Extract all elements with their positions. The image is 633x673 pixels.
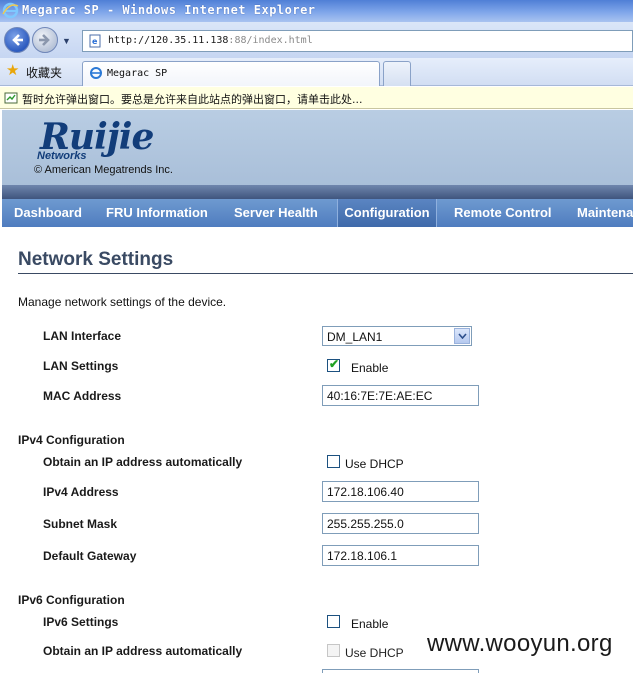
- navigation-bar: ▼ e http://120.35.11.138:88/index.html: [0, 22, 633, 58]
- svg-text:e: e: [92, 37, 98, 46]
- url-path: :88/index.html: [228, 35, 313, 46]
- menu-item-configuration[interactable]: Configuration: [337, 199, 437, 227]
- info-bar-text: 暂时允许弹出窗口。要总是允许来自此站点的弹出窗口，请单击此处...: [22, 93, 363, 106]
- page-header: Ruijie Networks © American Megatrends In…: [2, 110, 633, 185]
- favorites-button[interactable]: 收藏夹: [26, 64, 62, 81]
- subnet-mask-label: Subnet Mask: [43, 517, 118, 531]
- menu-item-fru-information[interactable]: FRU Information: [106, 199, 208, 227]
- ipv6-enable-checkbox[interactable]: [327, 615, 340, 628]
- page-title: Network Settings: [18, 249, 174, 270]
- address-bar[interactable]: e http://120.35.11.138:88/index.html: [82, 30, 633, 52]
- lan-settings-label: LAN Settings: [43, 359, 119, 373]
- mac-address-input[interactable]: [323, 386, 478, 405]
- lan-interface-select[interactable]: DM_LAN1: [322, 326, 472, 346]
- wooyun-watermark: www.wooyun.org: [427, 630, 613, 657]
- ipv4-auto-label: Obtain an IP address automatically: [43, 455, 243, 469]
- default-gateway-field[interactable]: [322, 545, 479, 566]
- default-gateway-input[interactable]: [323, 546, 478, 565]
- forward-button[interactable]: [32, 27, 58, 53]
- menu-item-dashboard[interactable]: Dashboard: [14, 199, 82, 227]
- chevron-down-icon[interactable]: [454, 328, 470, 344]
- ipv6-enable-label: Enable: [351, 617, 389, 631]
- main-menu: Dashboard FRU Information Server Health …: [2, 199, 633, 227]
- ipv4-address-field[interactable]: [322, 481, 479, 502]
- history-dropdown-icon[interactable]: ▼: [62, 36, 71, 46]
- window-title: Megarac SP - Windows Internet Explorer: [22, 3, 316, 17]
- new-tab-button[interactable]: [383, 61, 411, 86]
- ipv4-dhcp-checkbox[interactable]: [327, 455, 340, 468]
- internet-explorer-icon: [90, 67, 102, 79]
- logo-subtitle: Networks: [37, 150, 87, 162]
- ipv4-address-input[interactable]: [323, 482, 478, 501]
- url-host: http://120.35.11.138: [108, 35, 229, 46]
- subnet-mask-input[interactable]: [323, 514, 478, 533]
- favorites-star-icon[interactable]: ★: [6, 63, 22, 79]
- menu-item-remote-control[interactable]: Remote Control: [454, 199, 552, 227]
- arrow-left-icon: [12, 34, 23, 46]
- checkmark-icon: ✔: [329, 357, 340, 371]
- ipv6-settings-label: IPv6 Settings: [43, 615, 119, 629]
- mac-address-field[interactable]: [322, 385, 479, 406]
- address-url[interactable]: http://120.35.11.138:88/index.html: [108, 35, 313, 46]
- header-divider: [2, 185, 633, 199]
- ipv6-dhcp-label: Use DHCP: [345, 646, 404, 660]
- network-settings-panel: Network Settings Manage network settings…: [2, 227, 633, 673]
- ipv4-dhcp-label: Use DHCP: [345, 457, 404, 471]
- lan-enable-checkbox[interactable]: ✔: [327, 357, 340, 372]
- default-gateway-label: Default Gateway: [43, 549, 137, 563]
- ipv6-section-title: IPv6 Configuration: [18, 593, 125, 607]
- popup-blocked-icon: [4, 92, 18, 104]
- copyright-text: © American Megatrends Inc.: [34, 164, 173, 176]
- arrow-right-icon: [39, 34, 50, 46]
- ipv6-dhcp-checkbox[interactable]: [327, 644, 340, 657]
- back-button[interactable]: [4, 27, 30, 53]
- page-description: Manage network settings of the device.: [18, 295, 227, 309]
- subnet-mask-field[interactable]: [322, 513, 479, 534]
- page-icon: e: [89, 34, 101, 48]
- menu-item-maintenance[interactable]: Maintenance: [577, 199, 633, 227]
- mac-address-label: MAC Address: [43, 389, 122, 403]
- browser-tab[interactable]: Megarac SP: [82, 61, 380, 86]
- ipv4-section-title: IPv4 Configuration: [18, 433, 125, 447]
- ipv6-auto-label: Obtain an IP address automatically: [43, 644, 243, 658]
- window-titlebar: Megarac SP - Windows Internet Explorer: [0, 0, 633, 22]
- lan-interface-value: DM_LAN1: [327, 330, 383, 344]
- lan-enable-label: Enable: [351, 361, 389, 375]
- ipv4-address-label: IPv4 Address: [43, 485, 119, 499]
- internet-explorer-icon: [2, 2, 19, 19]
- tab-title: Megarac SP: [107, 68, 168, 79]
- title-divider: [18, 273, 633, 274]
- ipv6-address-field[interactable]: [322, 669, 479, 673]
- lan-interface-label: LAN Interface: [43, 329, 122, 343]
- menu-item-server-health[interactable]: Server Health: [234, 199, 318, 227]
- popup-info-bar[interactable]: 暂时允许弹出窗口。要总是允许来自此站点的弹出窗口，请单击此处...: [0, 87, 633, 109]
- favorites-bar: ★ 收藏夹 Megarac SP: [0, 58, 633, 86]
